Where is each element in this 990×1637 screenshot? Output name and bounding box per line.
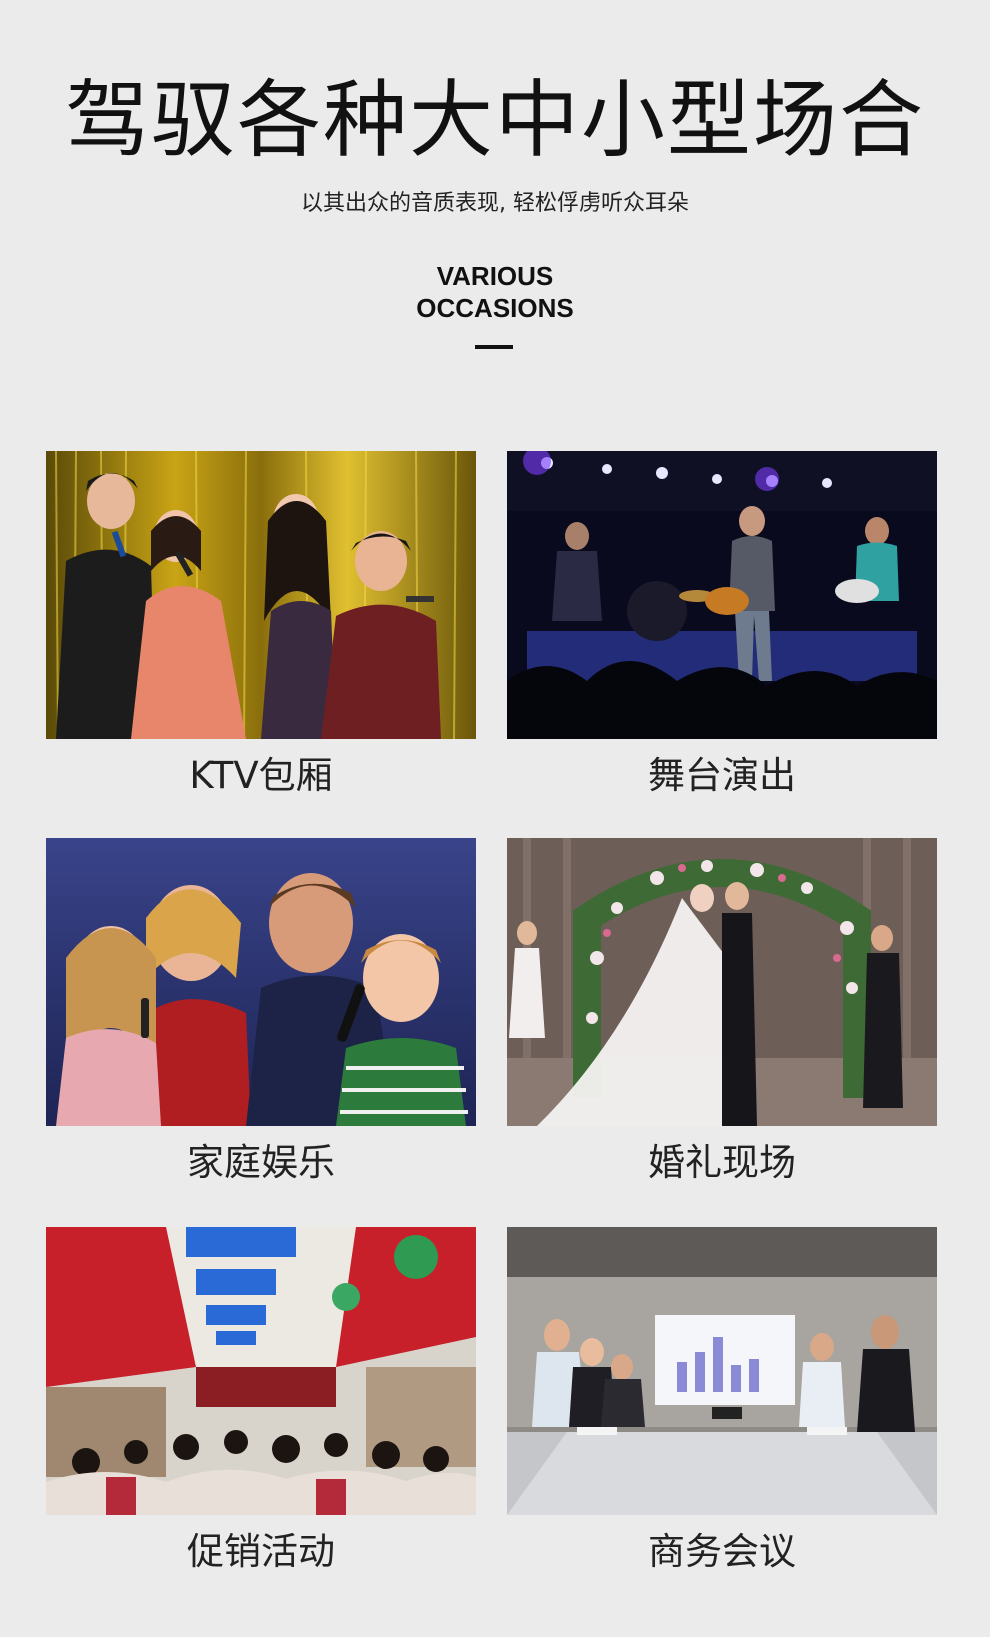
- occasion-label: KTV包厢: [189, 754, 333, 797]
- page: 驾驭各种大中小型场合 以其出众的音质表现, 轻松俘虏听众耳朵 VARIOUS O…: [0, 0, 990, 1637]
- occasion-label: 促销活动: [187, 1530, 335, 1573]
- english-title: VARIOUS OCCASIONS: [0, 260, 990, 324]
- karaoke-party-photo: [46, 451, 476, 739]
- occasion-label: 舞台演出: [648, 754, 796, 797]
- english-title-line-1: VARIOUS: [436, 261, 554, 291]
- promotion-store-photo: [46, 1227, 476, 1515]
- business-meeting-photo: [507, 1227, 937, 1515]
- page-subtitle: 以其出众的音质表现, 轻松俘虏听众耳朵: [301, 191, 689, 216]
- wedding-photo: [507, 838, 937, 1126]
- family-singing-photo: [46, 838, 476, 1126]
- english-title-line-2: OCCASIONS: [416, 293, 574, 323]
- occasion-label: 商务会议: [648, 1530, 796, 1573]
- occasion-label: 家庭娱乐: [187, 1141, 335, 1184]
- page-title: 驾驭各种大中小型场合: [64, 71, 925, 169]
- stage-band-photo: [507, 451, 937, 739]
- occasion-label: 婚礼现场: [648, 1141, 796, 1184]
- title-divider: [475, 345, 513, 349]
